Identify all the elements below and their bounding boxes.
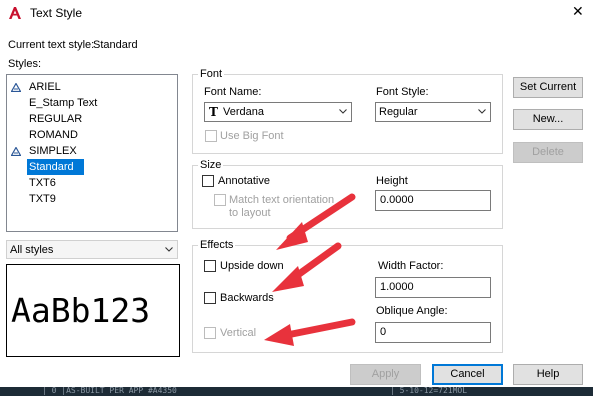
red-arrow-icon (264, 318, 356, 346)
background-text-right: | 5-10-12=721MOL (390, 387, 468, 395)
background-text-left: | 0 |AS-BUILT PER APP #A4350 (42, 387, 177, 395)
background-drawing-strip: | 0 |AS-BUILT PER APP #A4350 | 5-10-12=7… (0, 387, 593, 396)
annotation-arrows (264, 193, 356, 346)
red-arrow-icon (276, 193, 356, 250)
red-arrow-icon (272, 242, 342, 292)
